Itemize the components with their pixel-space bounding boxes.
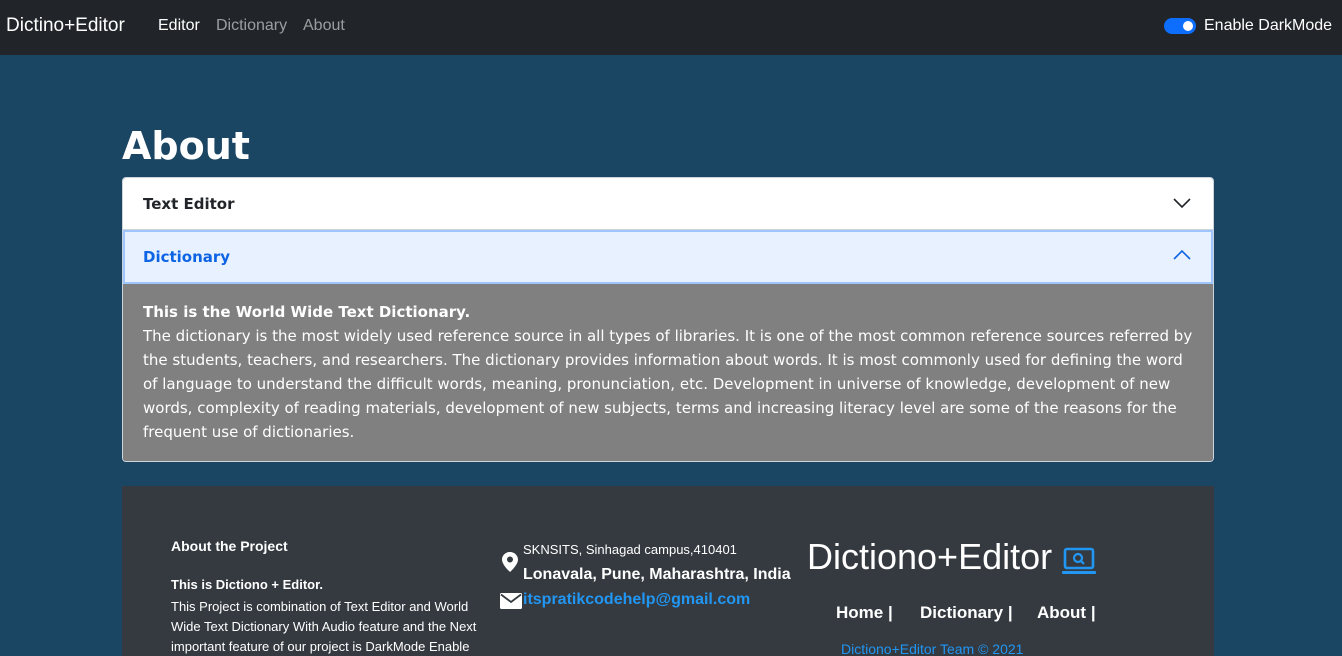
navbar: Dictino+Editor Editor Dictionary About E… <box>0 0 1342 55</box>
footer-link-about[interactable]: About | <box>1037 603 1096 623</box>
laptop-search-icon <box>1062 547 1096 574</box>
nav-link-dictionary[interactable]: Dictionary <box>216 17 287 35</box>
location-pin-icon <box>502 552 518 572</box>
navbar-brand[interactable]: Dictino+Editor <box>6 15 125 37</box>
footer-address-line1: SKNSITS, Sinhagad campus,410401 <box>523 542 737 557</box>
footer-brand: Dictiono+Editor <box>807 536 1053 577</box>
footer-about-title: About the Project <box>171 538 288 554</box>
toggle-knob <box>1183 21 1193 31</box>
accordion-header-text-editor[interactable]: Text Editor <box>123 178 1213 230</box>
chevron-up-icon <box>1173 249 1191 260</box>
footer-link-dictionary[interactable]: Dictionary | <box>920 603 1013 623</box>
darkmode-label[interactable]: Enable DarkMode <box>1204 17 1332 35</box>
mail-icon <box>500 593 522 609</box>
footer: About the Project This is Dictiono + Edi… <box>122 486 1214 656</box>
footer-address-line2: Lonavala, Pune, Maharashtra, India <box>523 566 791 583</box>
footer-link-home[interactable]: Home | <box>836 603 893 623</box>
darkmode-toggle[interactable] <box>1164 18 1196 34</box>
about-accordion: Text Editor Dictionary This is the World… <box>122 177 1214 462</box>
accordion-title: Dictionary <box>143 248 231 266</box>
dictionary-description: The dictionary is the most widely used r… <box>143 327 1193 441</box>
nav-link-about[interactable]: About <box>303 17 345 35</box>
page-title: About <box>122 124 250 168</box>
footer-email-link[interactable]: itspratikcodehelp@gmail.com <box>523 591 750 609</box>
chevron-down-icon <box>1173 198 1191 209</box>
footer-about-text: This Project is combination of Text Edit… <box>171 599 477 654</box>
dictionary-lead: This is the World Wide Text Dictionary. <box>143 303 471 321</box>
accordion-body-dictionary: This is the World Wide Text Dictionary. … <box>123 284 1213 461</box>
nav-link-editor[interactable]: Editor <box>158 17 200 35</box>
accordion-title: Text Editor <box>143 194 235 213</box>
footer-about-lead: This is Dictiono + Editor. <box>171 577 324 592</box>
accordion-header-dictionary[interactable]: Dictionary <box>123 230 1213 284</box>
footer-copyright: Dictiono+Editor Team © 2021 <box>841 641 1024 656</box>
